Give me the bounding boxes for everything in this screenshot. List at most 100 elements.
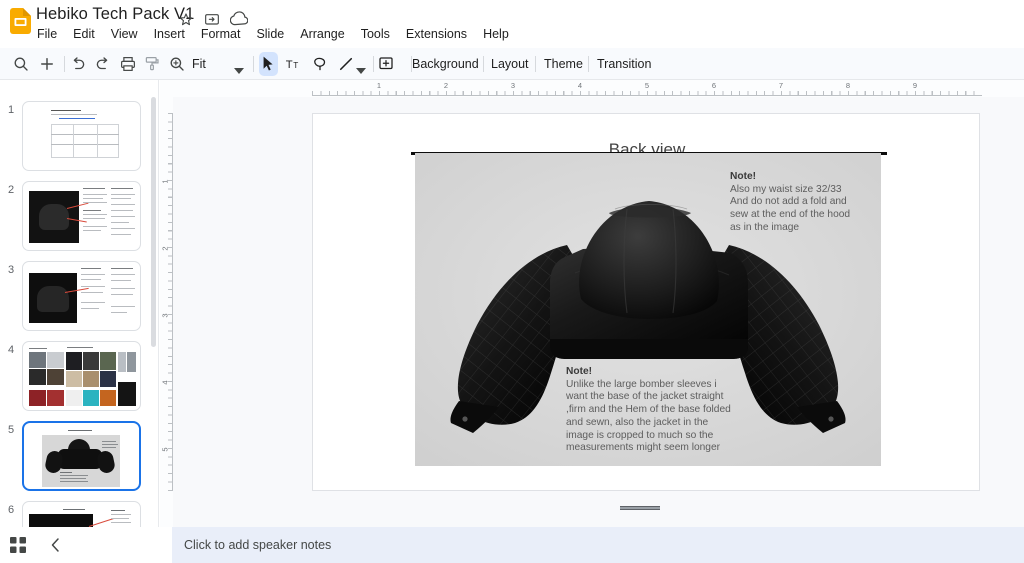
menu-file[interactable]: File bbox=[34, 26, 60, 42]
note-top-heading: Note! bbox=[730, 171, 756, 182]
horizontal-ruler[interactable]: 1 2 3 4 5 6 7 8 9 bbox=[160, 80, 1024, 97]
toolbar-divider bbox=[373, 56, 374, 72]
note-bottom-line-2: want the base of the jacket straight bbox=[566, 391, 723, 402]
shape-icon[interactable] bbox=[311, 55, 329, 73]
slide-number: 6 bbox=[4, 504, 18, 516]
print-icon[interactable] bbox=[119, 55, 137, 73]
menu-format[interactable]: Format bbox=[198, 26, 244, 42]
transition-button[interactable]: Transition bbox=[597, 57, 651, 71]
menu-bar: File Edit View Insert Format Slide Arran… bbox=[34, 26, 512, 42]
slide-number: 4 bbox=[4, 344, 18, 356]
horizontal-ruler-baseline bbox=[312, 95, 982, 96]
speaker-notes-panel[interactable]: Click to add speaker notes bbox=[172, 527, 1024, 563]
ruler-label-v: 5 bbox=[161, 444, 170, 456]
slide-thumbnail-4[interactable] bbox=[22, 341, 141, 411]
slide-thumbnail-1[interactable] bbox=[22, 101, 141, 171]
zoom-level-label[interactable]: Fit bbox=[192, 57, 206, 71]
slide-canvas-area[interactable]: 1 2 3 4 5 6 7 8 9 1 2 3 4 5 Back bbox=[160, 80, 1024, 527]
undo-icon[interactable] bbox=[69, 55, 87, 73]
toolbar-divider bbox=[483, 56, 484, 72]
svg-text:T: T bbox=[293, 61, 298, 70]
slide-number: 2 bbox=[4, 184, 18, 196]
note-top-line-2: And do not add a fold and bbox=[730, 196, 847, 207]
toolbar: Fit TT Background Layout Theme bbox=[0, 48, 1024, 80]
note-bottom-heading: Note! bbox=[566, 366, 592, 377]
workspace: 1 2 bbox=[0, 80, 1024, 527]
ruler-label-h: 7 bbox=[776, 81, 786, 90]
menu-help[interactable]: Help bbox=[480, 26, 512, 42]
app-header: Hebiko Tech Pack V1 File Edit View Inser… bbox=[0, 0, 1024, 48]
note-top-line-4: as in the image bbox=[730, 222, 799, 233]
cloud-saved-icon[interactable] bbox=[230, 11, 248, 27]
current-slide[interactable]: Back view bbox=[312, 113, 980, 491]
ruler-label-v: 3 bbox=[161, 310, 170, 322]
move-to-folder-icon[interactable] bbox=[204, 11, 220, 27]
toolbar-divider bbox=[64, 56, 65, 72]
menu-view[interactable]: View bbox=[108, 26, 141, 42]
ruler-label-v: 2 bbox=[161, 243, 170, 255]
ruler-label-h: 2 bbox=[441, 81, 451, 90]
note-bottom-line-4: and sewn, also the jacket in the bbox=[566, 417, 708, 428]
ruler-label-h: 8 bbox=[843, 81, 853, 90]
menu-slide[interactable]: Slide bbox=[253, 26, 287, 42]
slide-number: 3 bbox=[4, 264, 18, 276]
vertical-ruler[interactable]: 1 2 3 4 5 bbox=[160, 97, 173, 527]
speaker-notes-resize-handle[interactable] bbox=[620, 506, 660, 510]
toolbar-divider bbox=[535, 56, 536, 72]
svg-text:T: T bbox=[286, 59, 293, 71]
slides-logo-icon bbox=[10, 8, 31, 34]
zoom-icon[interactable] bbox=[168, 55, 186, 73]
slide-thumbnail-6[interactable] bbox=[22, 501, 141, 527]
search-icon[interactable] bbox=[12, 55, 30, 73]
star-icon[interactable] bbox=[178, 11, 194, 27]
ruler-label-h: 4 bbox=[575, 81, 585, 90]
filmstrip-scrollbar[interactable] bbox=[151, 97, 156, 347]
redo-icon[interactable] bbox=[94, 55, 112, 73]
layout-button[interactable]: Layout bbox=[491, 57, 529, 71]
slide-number: 1 bbox=[4, 104, 18, 116]
ruler-label-h: 3 bbox=[508, 81, 518, 90]
slide-thumbnail-3[interactable] bbox=[22, 261, 141, 331]
menu-insert[interactable]: Insert bbox=[151, 26, 188, 42]
add-comment-icon[interactable] bbox=[377, 55, 395, 73]
menu-tools[interactable]: Tools bbox=[358, 26, 393, 42]
note-bottom-line-6: measurements might seem longer bbox=[566, 442, 720, 453]
slide-filmstrip[interactable]: 1 2 bbox=[0, 80, 159, 527]
google-slides-window: Hebiko Tech Pack V1 File Edit View Inser… bbox=[0, 0, 1024, 563]
note-top-line-1: Also my waist size 32/33 bbox=[730, 184, 842, 195]
ruler-label-v: 4 bbox=[161, 377, 170, 389]
ruler-label-v: 1 bbox=[161, 176, 170, 188]
zoom-caret-icon[interactable] bbox=[234, 61, 244, 79]
note-bottom[interactable]: Note! Unlike the large bomber sleeves i … bbox=[566, 366, 731, 455]
document-title[interactable]: Hebiko Tech Pack V1 bbox=[36, 5, 194, 24]
paint-format-icon[interactable] bbox=[143, 55, 161, 73]
ruler-label-h: 6 bbox=[709, 81, 719, 90]
note-bottom-line-5: image is cropped to much so the bbox=[566, 430, 713, 441]
line-caret-icon[interactable] bbox=[356, 61, 366, 79]
ruler-label-h: 9 bbox=[910, 81, 920, 90]
grid-view-icon[interactable] bbox=[9, 536, 27, 554]
ruler-label-h: 1 bbox=[374, 81, 384, 90]
speaker-notes-placeholder: Click to add speaker notes bbox=[184, 538, 331, 552]
select-cursor-icon[interactable] bbox=[261, 55, 276, 73]
bottom-bar: Click to add speaker notes bbox=[0, 527, 1024, 563]
line-icon[interactable] bbox=[337, 55, 355, 73]
add-slide-icon[interactable] bbox=[38, 55, 56, 73]
slide-number: 5 bbox=[4, 424, 18, 436]
menu-extensions[interactable]: Extensions bbox=[403, 26, 470, 42]
toolbar-divider bbox=[253, 56, 254, 72]
chevron-left-icon[interactable] bbox=[47, 536, 65, 554]
note-bottom-line-3: ,firm and the Hem of the base folded bbox=[566, 404, 731, 415]
slide-thumbnail-5[interactable] bbox=[22, 421, 141, 491]
vertical-ruler-baseline bbox=[172, 113, 173, 491]
background-button[interactable]: Background bbox=[412, 57, 479, 71]
text-box-icon[interactable]: TT bbox=[285, 55, 303, 73]
menu-arrange[interactable]: Arrange bbox=[297, 26, 347, 42]
slide-thumbnail-2[interactable] bbox=[22, 181, 141, 251]
toolbar-divider bbox=[588, 56, 589, 72]
note-top[interactable]: Note! Also my waist size 32/33 And do no… bbox=[730, 171, 850, 235]
theme-button[interactable]: Theme bbox=[544, 57, 583, 71]
note-bottom-line-1: Unlike the large bomber sleeves i bbox=[566, 379, 717, 390]
menu-edit[interactable]: Edit bbox=[70, 26, 98, 42]
note-top-line-3: sew at the end of the hood bbox=[730, 209, 850, 220]
